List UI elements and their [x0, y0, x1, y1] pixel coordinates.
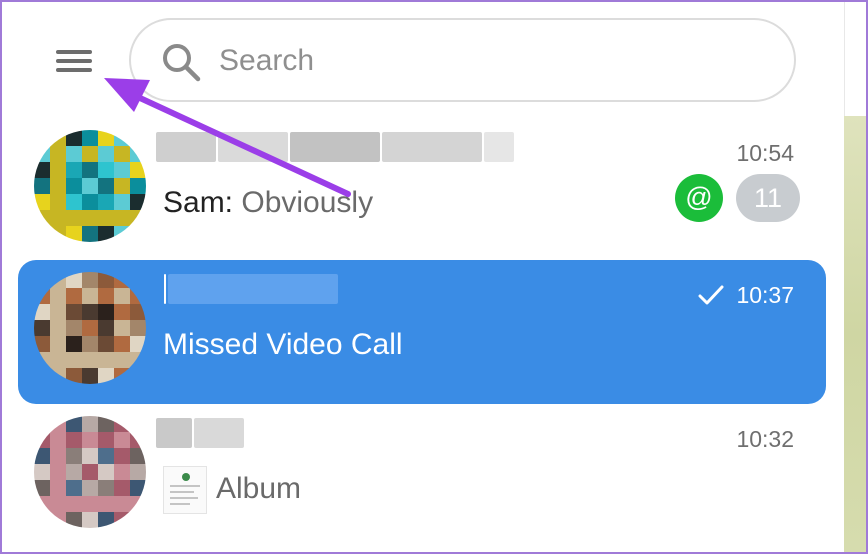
- chat-item[interactable]: 10:54 Sam: Obviously @ 11: [18, 118, 826, 262]
- chat-preview: Album: [216, 472, 302, 505]
- mention-badge: @: [675, 174, 723, 222]
- right-panel-edge: [844, 2, 866, 116]
- avatar: [34, 416, 146, 528]
- preview-sender: Sam:: [163, 186, 234, 219]
- album-thumbnail: [163, 466, 207, 514]
- chat-time: 10:54: [736, 140, 794, 166]
- search-icon: [163, 44, 201, 82]
- search-input[interactable]: [219, 36, 759, 86]
- preview-text: Obviously: [233, 186, 374, 219]
- chat-background-edge: [844, 116, 866, 552]
- check-icon: [698, 285, 724, 305]
- chat-preview: Missed Video Call: [163, 328, 403, 361]
- avatar: [34, 130, 146, 242]
- chat-item[interactable]: 10:32 Album: [18, 404, 826, 548]
- chat-item-selected[interactable]: 10:37 Missed Video Call: [18, 260, 826, 404]
- chat-time: 10:32: [736, 426, 794, 452]
- avatar: [34, 272, 146, 384]
- unread-count-badge: 11: [736, 174, 800, 222]
- chat-preview: Sam: Obviously: [163, 186, 373, 220]
- menu-icon[interactable]: [54, 48, 94, 78]
- chat-time-row: 10:37: [698, 282, 794, 309]
- search-bar[interactable]: [129, 18, 796, 102]
- chat-time: 10:37: [736, 282, 794, 308]
